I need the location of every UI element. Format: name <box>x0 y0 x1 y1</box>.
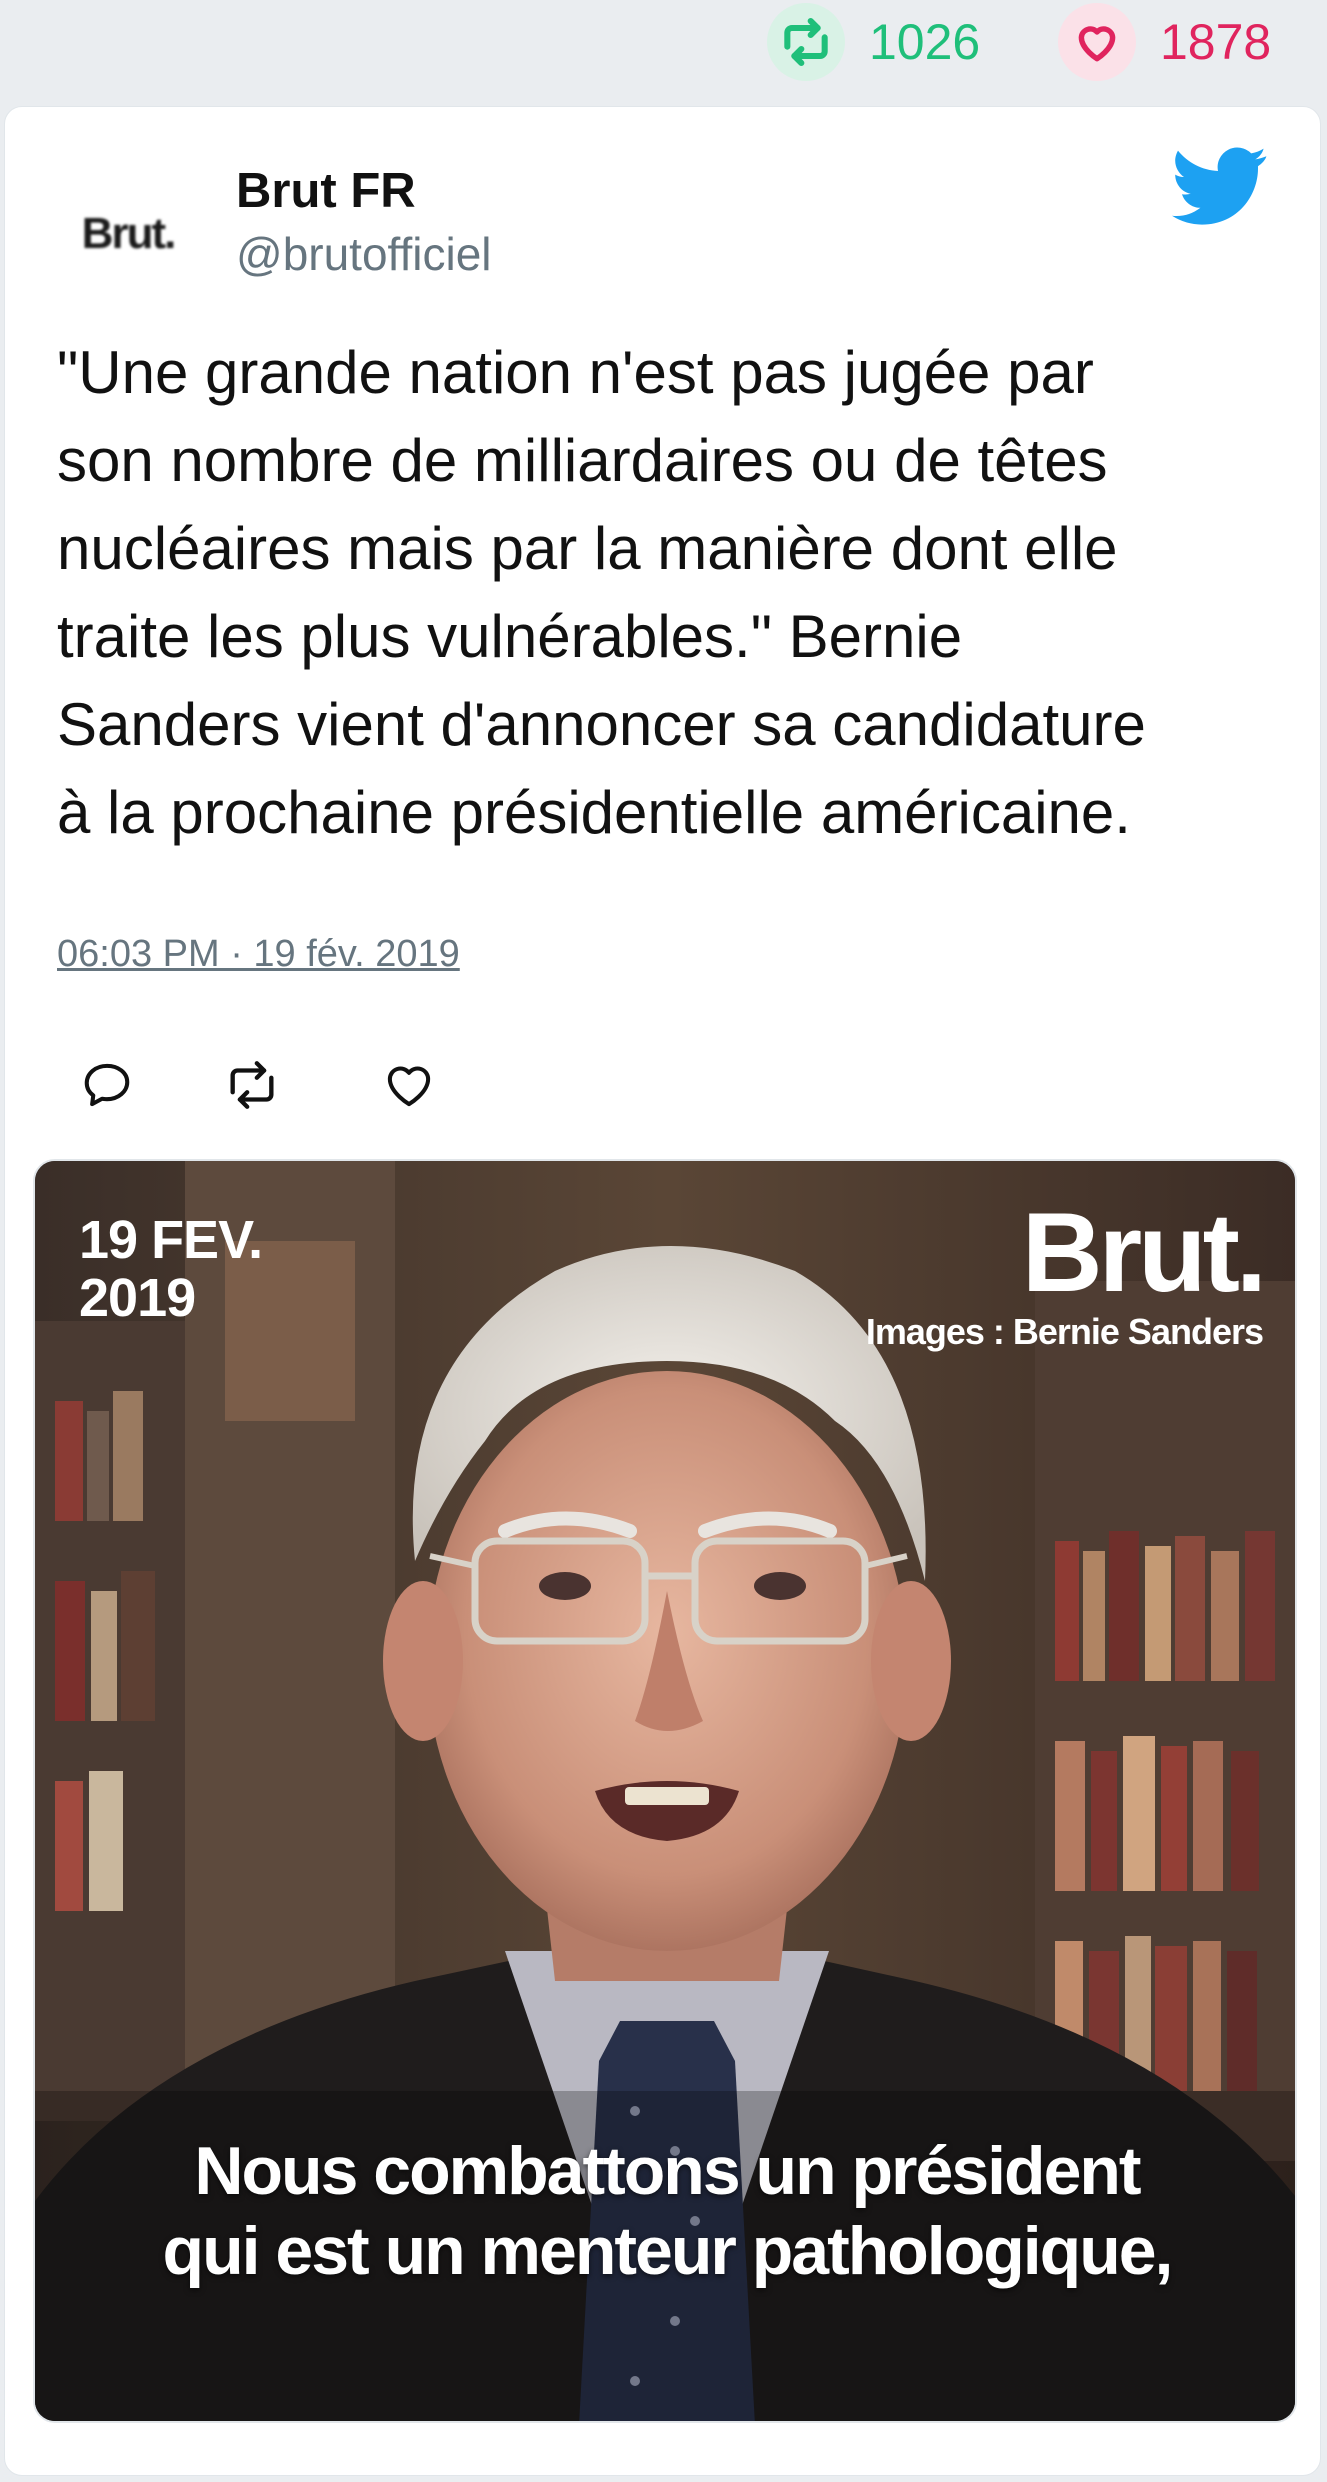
retweet-count-stat[interactable]: 1026 <box>767 2 980 82</box>
reply-icon <box>84 1063 130 1107</box>
video-date-overlay: 19 FEV. 2019 <box>79 1210 263 1328</box>
reply-button[interactable] <box>75 1053 139 1117</box>
like-icon <box>387 1066 431 1107</box>
heart-icon[interactable] <box>1058 3 1136 81</box>
retweet-button[interactable] <box>220 1053 284 1117</box>
author-handle[interactable]: @brutofficiel <box>236 227 492 281</box>
avatar-logo: Brut. <box>81 209 177 258</box>
author-display-name[interactable]: Brut FR <box>236 163 416 219</box>
like-button[interactable] <box>377 1053 441 1117</box>
tweet-text: "Une grande nation n'est pas jugée par s… <box>57 339 1146 846</box>
like-count: 1878 <box>1160 14 1272 70</box>
tweet-card: Brut. Brut FR @brutofficiel "Une grande … <box>4 106 1321 2476</box>
video-caption-overlay: Nous combattons un président qui est un … <box>162 2133 1174 2289</box>
video-thumbnail[interactable]: 19 FEV. 2019 Brut. Images : Bernie Sande… <box>33 1159 1297 2423</box>
like-count-stat[interactable]: 1878 <box>1058 2 1271 82</box>
avatar[interactable]: Brut. <box>63 169 193 299</box>
video-brand-logo: Brut. <box>1021 1190 1267 1315</box>
retweet-count: 1026 <box>869 14 981 70</box>
engagement-stats-bar: 1026 1878 <box>0 0 1327 84</box>
retweet-icon[interactable] <box>767 3 845 81</box>
video-credit-overlay: Images : Bernie Sanders <box>865 1311 1264 1352</box>
twitter-bird-icon[interactable] <box>1172 147 1268 232</box>
retweet-icon <box>230 1061 274 1109</box>
tweet-timestamp-link[interactable]: 06:03 PM · 19 fév. 2019 <box>57 933 460 976</box>
